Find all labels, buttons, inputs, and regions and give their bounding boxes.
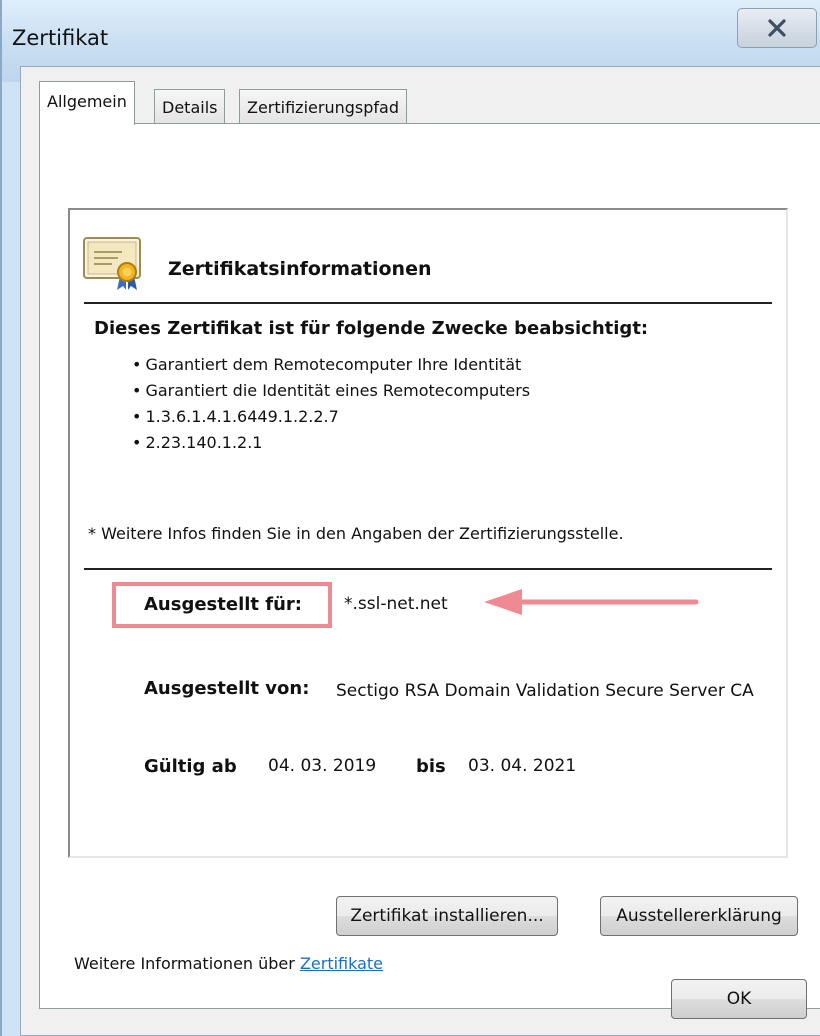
valid-to-value: 03. 04. 2021	[468, 756, 577, 776]
divider	[84, 568, 772, 570]
purpose-list: Garantiert dem Remotecomputer Ihre Ident…	[132, 352, 530, 456]
tab-details[interactable]: Details	[154, 89, 226, 125]
valid-from-label: Gültig ab	[144, 756, 237, 777]
valid-from-value: 04. 03. 2019	[268, 756, 377, 776]
more-info-note: * Weitere Infos finden Sie in den Angabe…	[88, 524, 624, 543]
valid-to-label: bis	[416, 756, 446, 777]
purpose-heading: Dieses Zertifikat ist für folgende Zweck…	[94, 318, 649, 339]
window-title: Zertifikat	[12, 26, 109, 50]
list-item: 2.23.140.1.2.1	[132, 430, 530, 456]
issued-to-value: *.ssl-net.net	[344, 594, 448, 614]
list-item: Garantiert die Identität eines Remotecom…	[132, 378, 530, 404]
dialog-body: Allgemein Details Zertifizierungspfad Ze…	[20, 66, 820, 1036]
issued-to-label: Ausgestellt für:	[144, 594, 303, 615]
install-certificate-button[interactable]: Zertifikat installieren...	[336, 896, 558, 936]
list-item: 1.3.6.1.4.1.6449.1.2.2.7	[132, 404, 530, 430]
issued-by-label: Ausgestellt von:	[144, 678, 310, 699]
tab-allgemein[interactable]: Allgemein	[39, 81, 135, 125]
divider	[84, 302, 772, 304]
tab-panel-allgemein: Zertifikatsinformationen Dieses Zertifik…	[39, 123, 820, 1009]
close-icon	[768, 19, 786, 37]
certificate-dialog: Zertifikat Allgemein Details Zertifizier…	[0, 0, 820, 1036]
issuer-statement-button[interactable]: Ausstellererklärung	[600, 896, 798, 936]
info-header: Zertifikatsinformationen	[168, 258, 432, 280]
close-button[interactable]	[737, 8, 817, 48]
certificate-icon	[83, 237, 141, 290]
list-item: Garantiert dem Remotecomputer Ihre Ident…	[132, 352, 530, 378]
footer-text: Weitere Informationen über	[74, 954, 300, 973]
issued-by-value: Sectigo RSA Domain Validation Secure Ser…	[336, 681, 754, 701]
footer-info: Weitere Informationen über Zertifikate	[74, 954, 383, 973]
ok-button[interactable]: OK	[671, 979, 807, 1019]
arrow-left-annotation-icon	[484, 589, 699, 615]
certificates-link[interactable]: Zertifikate	[300, 954, 383, 973]
certificate-info-box: Zertifikatsinformationen Dieses Zertifik…	[68, 208, 788, 858]
tab-zertifizierungspfad[interactable]: Zertifizierungspfad	[239, 89, 407, 125]
